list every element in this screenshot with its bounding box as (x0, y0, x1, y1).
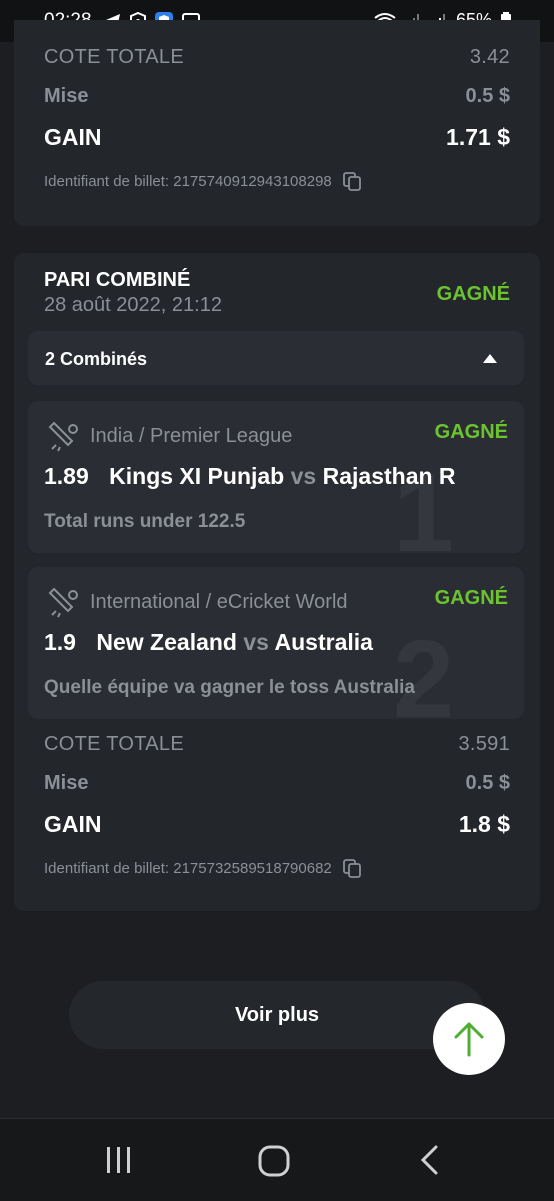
copy-icon[interactable] (342, 858, 362, 878)
bet-date: 28 août 2022, 21:12 (44, 294, 222, 316)
copy-icon[interactable] (342, 171, 362, 191)
match-line: 1.89 Kings XI Punjab vs Rajasthan R (44, 463, 456, 490)
stake-label: Mise (44, 772, 89, 794)
ticket-id: Identifiant de billet: 21757325895187906… (44, 859, 332, 877)
gain-label: GAIN (44, 811, 102, 837)
stake-row: Mise 0.5 $ (44, 85, 510, 108)
vs-label: vs (243, 629, 269, 655)
arrow-up-icon (454, 1022, 484, 1057)
gain-row: GAIN 1.71 $ (44, 124, 510, 151)
total-odds-row: COTE TOTALE 3.591 (44, 733, 510, 756)
combo-bet-1: 1 India / Premier League GAGNÉ 1.89 King… (28, 401, 524, 553)
vs-label: vs (290, 463, 317, 489)
ticket-card-2: PARI COMBINÉ 28 août 2022, 21:12 GAGNÉ 2… (14, 253, 540, 911)
see-more-button[interactable]: Voir plus (69, 981, 485, 1049)
gain-row: GAIN 1.8 $ (44, 811, 510, 838)
league-name: International / eCricket World (90, 591, 348, 613)
combos-label: 2 Combinés (45, 349, 148, 369)
gain-value: 1.71 $ (446, 124, 510, 150)
combo-status: GAGNÉ (434, 587, 508, 609)
total-odds-row: COTE TOTALE 3.42 (44, 46, 510, 69)
gain-label: GAIN (44, 124, 102, 150)
stake-value: 0.5 $ (465, 85, 510, 107)
ticket-id-row: Identifiant de billet: 21757325895187906… (44, 858, 510, 878)
stake-row: Mise 0.5 $ (44, 772, 510, 795)
total-odds-value: 3.591 (458, 733, 510, 755)
combo-bet-2: 2 International / eCricket World GAGNÉ 1… (28, 567, 524, 719)
combos-accordion[interactable]: 2 Combinés (28, 331, 524, 385)
league-name: India / Premier League (90, 425, 293, 447)
back-icon[interactable] (418, 1145, 440, 1175)
stake-value: 0.5 $ (465, 772, 510, 794)
cricket-icon (48, 421, 78, 452)
team-away: Australia (274, 629, 373, 655)
total-odds-value: 3.42 (469, 46, 510, 68)
total-odds-label: COTE TOTALE (44, 46, 184, 68)
bet-index: 2 (392, 618, 454, 720)
chevron-up-icon[interactable] (482, 352, 498, 364)
scroll-top-button[interactable] (433, 1003, 505, 1075)
ticket-card-1: COTE TOTALE 3.42 Mise 0.5 $ GAIN 1.71 $ … (14, 20, 540, 226)
team-home: Kings XI Punjab (109, 463, 285, 489)
ticket-id: Identifiant de billet: 21757409129431082… (44, 172, 332, 190)
bet-status: GAGNÉ (436, 283, 510, 305)
combo-status: GAGNÉ (434, 421, 508, 443)
team-away: Rajasthan R (322, 463, 456, 489)
total-odds-label: COTE TOTALE (44, 733, 184, 755)
combo-odds: 1.9 (44, 629, 76, 655)
team-home: New Zealand (96, 629, 237, 655)
gain-value: 1.8 $ (458, 811, 510, 837)
system-nav-bar (0, 1118, 554, 1201)
ticket-id-row: Identifiant de billet: 21757409129431082… (44, 171, 510, 191)
match-line: 1.9 New Zealand vs Australia (44, 629, 373, 656)
recent-apps-icon[interactable] (104, 1145, 134, 1175)
market-label: Quelle équipe va gagner le toss Australi… (44, 677, 415, 698)
market-label: Total runs under 122.5 (44, 511, 246, 532)
home-icon[interactable] (258, 1145, 290, 1177)
combo-odds: 1.89 (44, 463, 89, 489)
bet-type: PARI COMBINÉ (44, 269, 191, 291)
cricket-icon (48, 587, 78, 618)
stake-label: Mise (44, 85, 89, 107)
